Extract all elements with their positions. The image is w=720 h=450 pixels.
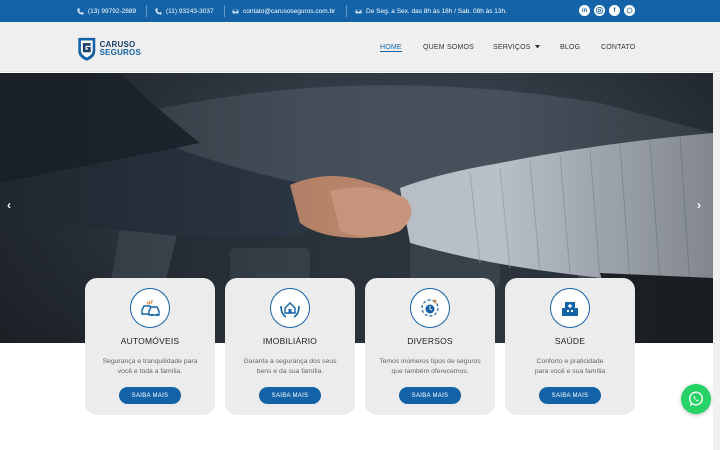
nav-services[interactable]: SERVIÇOS (493, 22, 540, 72)
nav-home[interactable]: HOME (380, 22, 402, 72)
slider-next-button[interactable]: › (697, 198, 701, 212)
site-header: CARUSO SEGUROS HOME QUEM SOMOS SERVIÇOS … (0, 22, 720, 72)
whatsapp-icon (688, 391, 704, 407)
insurance-cycle-icon (410, 288, 450, 328)
card-desc-line2: bens e da sua família. (256, 367, 324, 375)
card-desc-line1: Temos inúmeros tipos de seguros (379, 358, 481, 365)
card-title: IMOBILIÁRIO (262, 336, 318, 346)
email-text: contato@carusoseguros.com.br (243, 7, 336, 15)
linkedin-icon[interactable]: in (579, 5, 590, 16)
envelope-icon (232, 8, 239, 14)
card-description: Conforto e praticidade para você e sua f… (515, 357, 625, 376)
card-title: SAÚDE (554, 336, 586, 346)
card-title: AUTOMÓVEIS (120, 336, 180, 346)
caret-down-icon (534, 45, 540, 49)
service-card-saude: SAÚDE Conforto e praticidade para você e… (505, 278, 635, 415)
hours-text: De Seg. a Sex. das 8h às 18h / Sab. 08h … (366, 7, 507, 15)
saiba-mais-button[interactable]: SAIBA MAIS (399, 387, 461, 404)
phone1-text: (13) 99792-2889 (88, 7, 137, 15)
phone1-contact[interactable]: (13) 99792-2889 (77, 0, 136, 22)
nav-blog[interactable]: BLOG (560, 22, 580, 72)
card-description: Temos inúmeros tipos de seguros que tamb… (375, 357, 485, 376)
facebook-icon[interactable]: f (609, 5, 620, 16)
divider (224, 5, 225, 17)
card-description: Garanta a segurança dos seus bens e da s… (235, 357, 345, 376)
hours-info: De Seg. a Sex. das 8h às 18h / Sab. 08h … (355, 0, 507, 22)
instagram-icon[interactable] (594, 5, 605, 16)
slider-prev-button[interactable]: ‹ (7, 198, 11, 212)
card-desc-line2: você e toda a família. (117, 367, 183, 375)
nav-home-label: HOME (380, 43, 402, 51)
whatsapp-icon[interactable] (624, 5, 635, 16)
card-description: Segurança e tranquilidade para você e to… (95, 357, 205, 376)
saiba-mais-button[interactable]: SAIBA MAIS (539, 387, 601, 404)
phone-icon (77, 7, 84, 15)
car-icon (130, 288, 170, 328)
divider (146, 5, 147, 17)
nav-contact-label: CONTATO (601, 43, 636, 51)
card-desc-line1: Segurança e tranquilidade para (102, 358, 198, 365)
house-hands-icon (270, 288, 310, 328)
service-card-diversos: DIVERSOS Temos inúmeros tipos de seguros… (365, 278, 495, 415)
nav-services-label: SERVIÇOS (493, 43, 531, 51)
whatsapp-float-button[interactable] (681, 384, 711, 414)
logo[interactable]: CARUSO SEGUROS (77, 30, 141, 68)
card-desc-line1: Garanta a segurança dos seus (243, 358, 337, 365)
service-card-automoveis: AUTOMÓVEIS Segurança e tranquilidade par… (85, 278, 215, 415)
active-underline (380, 51, 402, 52)
divider (346, 5, 347, 17)
saiba-mais-button[interactable]: SAIBA MAIS (259, 387, 321, 404)
hospital-icon (550, 288, 590, 328)
envelope-icon (355, 8, 362, 14)
nav-blog-label: BLOG (560, 43, 581, 51)
email-contact[interactable]: contato@carusoseguros.com.br (232, 0, 335, 22)
phone2-contact[interactable]: (11) 93243-3037 (155, 0, 214, 22)
nav-contact[interactable]: CONTATO (601, 22, 635, 72)
phone2-text: (11) 93243-3037 (166, 7, 214, 15)
nav-about[interactable]: QUEM SOMOS (423, 22, 474, 72)
nav-about-label: QUEM SOMOS (423, 43, 475, 51)
card-title: DIVERSOS (407, 336, 453, 346)
service-card-imobiliario: IMOBILIÁRIO Garanta a segurança dos seus… (225, 278, 355, 415)
top-bar: (13) 99792-2889 (11) 93243-3037 contato@… (0, 0, 720, 22)
card-desc-line2: para você e sua família (534, 367, 606, 375)
logo-line2: SEGUROS (99, 48, 141, 57)
phone-icon (155, 7, 162, 15)
saiba-mais-button[interactable]: SAIBA MAIS (119, 387, 181, 404)
card-desc-line2: que também oferecemos. (391, 367, 469, 375)
page-scrollbar[interactable] (713, 73, 720, 450)
card-desc-line1: Conforto e praticidade (536, 358, 604, 365)
shield-logo-icon (78, 37, 96, 61)
